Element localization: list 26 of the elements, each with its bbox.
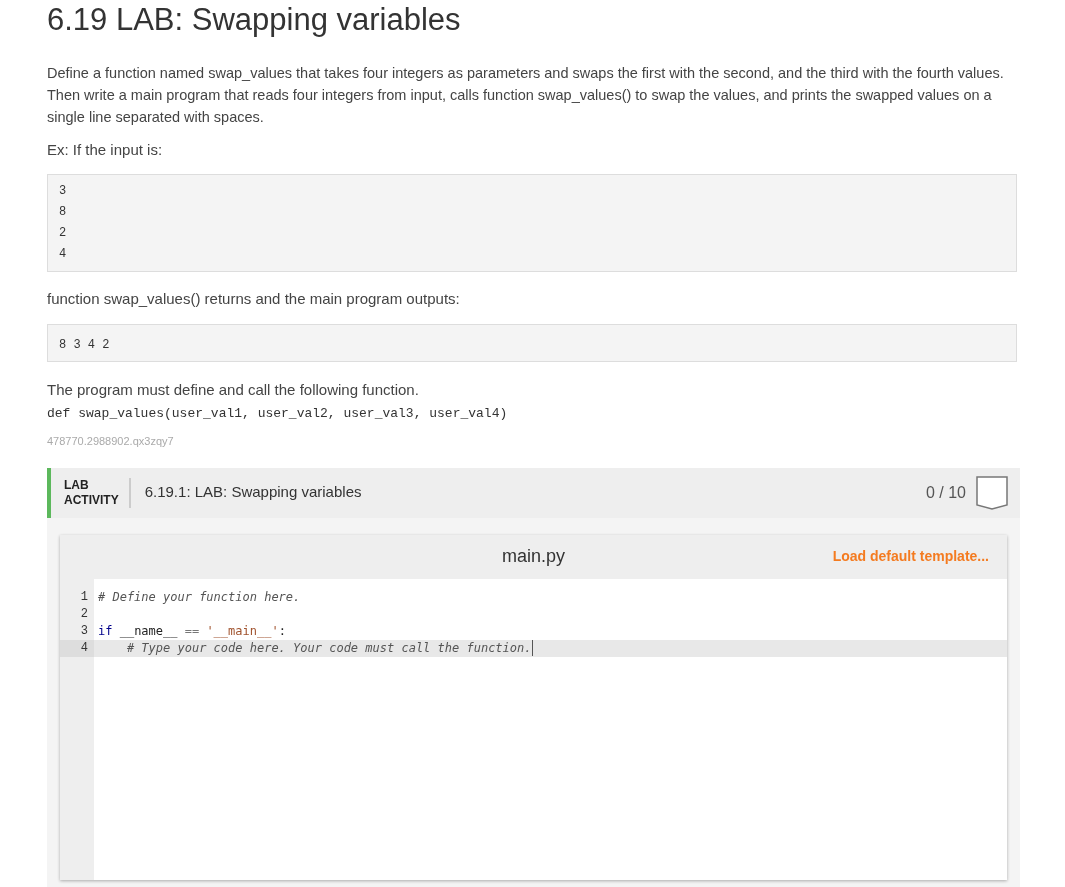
input-line: 2 <box>59 224 67 242</box>
score-text: 0 / 10 <box>925 482 966 503</box>
code-line: if __name__ == '__main__': <box>97 622 287 640</box>
text-cursor <box>532 639 534 656</box>
output-line: 8 3 4 2 <box>59 338 110 352</box>
file-name: main.py <box>502 545 565 568</box>
requirement-text: The program must define and call the following function. <box>47 380 419 400</box>
line-number: 3 <box>79 622 89 640</box>
description-paragraph: Define a function named swap_values that takes four integers as parameters and swaps the first with the second, and the third with the fourth values. Then write a main program that reads four integers from input, calls function swap_values() to swap the values, and prints the swapped values on a single line separated with spaces. <box>47 64 1005 127</box>
activity-id: 478770.2988902.qx3zqy7 <box>47 434 174 449</box>
load-template-link[interactable]: Load default template... <box>832 546 989 567</box>
line-number: 1 <box>79 588 89 606</box>
input-line: 3 <box>59 182 67 200</box>
badge-outline-icon <box>976 475 1008 510</box>
line-number: 2 <box>79 605 89 623</box>
activity-label: ACTIVITY <box>64 492 119 508</box>
example-intro: Ex: If the input is: <box>47 140 163 160</box>
line-number: 4 <box>60 639 94 657</box>
input-line: 4 <box>59 245 67 263</box>
code-line: # Define your function here. <box>97 588 302 606</box>
output-intro: function swap_values() returns and the main program outputs: <box>47 288 460 309</box>
page-title: 6.19 LAB: Swapping variables <box>47 1 461 39</box>
function-signature: def swap_values(user_val1, user_val2, user_val3, user_val4) <box>47 404 508 423</box>
input-line: 8 <box>59 203 67 221</box>
lab-label: LAB <box>64 477 90 493</box>
lab-title: 6.19.1: LAB: Swapping variables <box>144 482 362 503</box>
